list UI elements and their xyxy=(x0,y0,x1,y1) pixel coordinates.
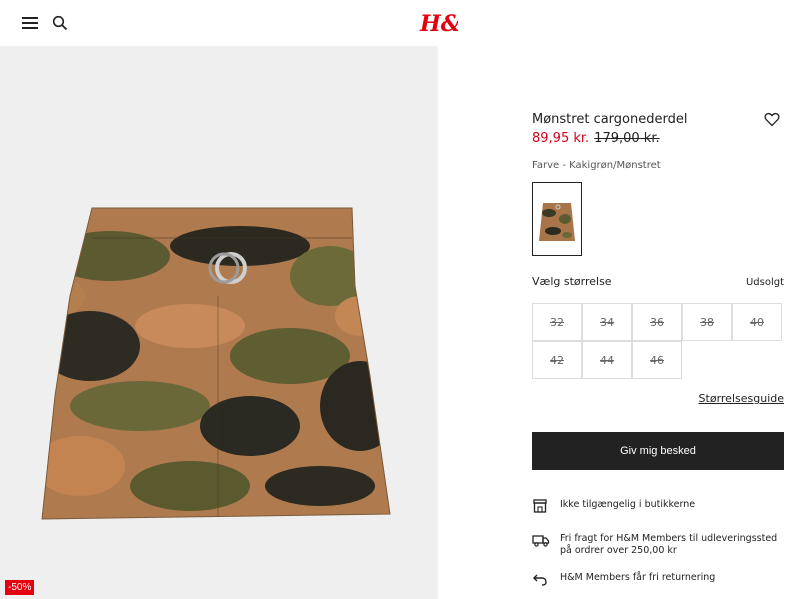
logo-text: H&M xyxy=(419,11,458,37)
product-info-panel: Mønstret cargonederdel 89,95 kr. 179,00 k… xyxy=(532,0,784,599)
notify-me-button[interactable]: Giv mig besked xyxy=(532,432,784,470)
shipping-text: Fri fragt for H&M Members til udlevering… xyxy=(560,533,778,556)
price-block: 89,95 kr. 179,00 kr. xyxy=(532,131,660,146)
color-label: Farve xyxy=(532,160,560,171)
size-option[interactable]: 36 xyxy=(632,303,682,341)
return-icon xyxy=(532,571,550,587)
size-option[interactable]: 38 xyxy=(682,303,732,341)
size-option[interactable]: 46 xyxy=(632,341,682,379)
product-image[interactable] xyxy=(0,46,438,599)
size-option[interactable]: 44 xyxy=(582,341,632,379)
color-info: Farve - Kakigrøn/Mønstret xyxy=(532,160,661,171)
truck-icon xyxy=(532,532,550,548)
search-icon[interactable] xyxy=(52,15,68,31)
sale-price: 89,95 kr. xyxy=(532,131,590,146)
color-value: Kakigrøn/Mønstret xyxy=(569,160,661,171)
menu-icon[interactable] xyxy=(22,17,38,29)
soldout-label: Udsolgt xyxy=(745,277,784,288)
discount-badge: -50% xyxy=(5,580,35,595)
product-title: Mønstret cargonederdel xyxy=(532,112,688,127)
size-label: Vælg størrelse xyxy=(532,275,612,288)
heart-icon[interactable] xyxy=(764,112,780,127)
returns-text: H&M Members får fri returnering xyxy=(560,572,716,583)
size-option[interactable]: 40 xyxy=(732,303,782,341)
original-price: 179,00 kr. xyxy=(594,131,660,146)
color-separator: - xyxy=(559,160,570,171)
size-option[interactable]: 42 xyxy=(532,341,582,379)
color-swatch[interactable] xyxy=(532,182,582,256)
store-icon xyxy=(532,498,550,514)
size-option[interactable]: 32 xyxy=(532,303,582,341)
size-guide-link[interactable]: Størrelsesguide xyxy=(699,392,784,405)
store-availability-text: Ikke tilgængelig i butikkerne xyxy=(560,499,696,510)
size-option[interactable]: 34 xyxy=(582,303,632,341)
hm-logo[interactable]: H&M xyxy=(418,9,486,37)
